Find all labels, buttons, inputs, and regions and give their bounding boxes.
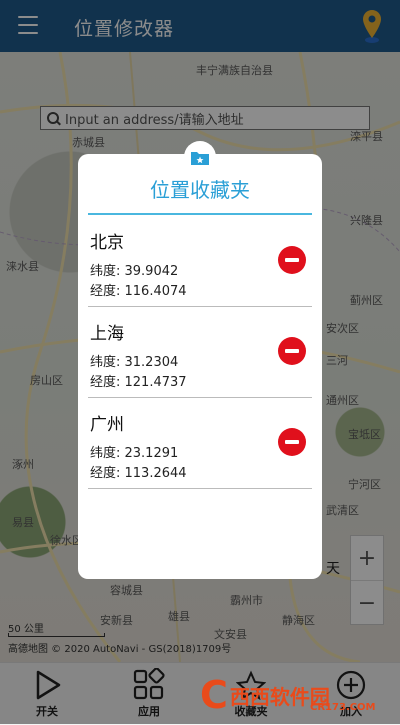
- favorite-longitude: 经度: 113.2644: [90, 466, 187, 481]
- minus-icon: [285, 440, 299, 444]
- minus-icon: [285, 258, 299, 262]
- favorites-dialog: 位置收藏夹 北京 纬度: 39.9042 经度: 116.4074 上海 纬度:…: [78, 154, 322, 579]
- favorite-name: 上海: [90, 324, 124, 344]
- remove-favorite-button[interactable]: [278, 428, 306, 456]
- favorite-name: 北京: [90, 233, 124, 253]
- remove-favorite-button[interactable]: [278, 337, 306, 365]
- favorite-latitude: 纬度: 39.9042: [90, 264, 179, 279]
- favorite-item[interactable]: 广州 纬度: 23.1291 经度: 113.2644: [88, 398, 312, 489]
- favorite-latitude: 纬度: 31.2304: [90, 355, 179, 370]
- favorite-latitude: 纬度: 23.1291: [90, 446, 179, 461]
- favorite-item[interactable]: 北京 纬度: 39.9042 经度: 116.4074: [88, 216, 312, 307]
- folder-badge: [184, 141, 216, 173]
- favorite-item[interactable]: 上海 纬度: 31.2304 经度: 121.4737: [88, 307, 312, 398]
- dialog-title: 位置收藏夹: [150, 178, 250, 202]
- dialog-divider: [88, 213, 312, 215]
- watermark-logo: C 西西软件园 CR173.COM: [200, 670, 390, 720]
- minus-icon: [285, 349, 299, 353]
- watermark-c-glyph: C: [200, 673, 228, 717]
- favorite-name: 广州: [90, 415, 124, 435]
- favorite-longitude: 经度: 116.4074: [90, 284, 187, 299]
- remove-favorite-button[interactable]: [278, 246, 306, 274]
- folder-star-icon: [191, 152, 209, 165]
- watermark-subtext: CR173.COM: [310, 702, 376, 713]
- favorite-longitude: 经度: 121.4737: [90, 375, 187, 390]
